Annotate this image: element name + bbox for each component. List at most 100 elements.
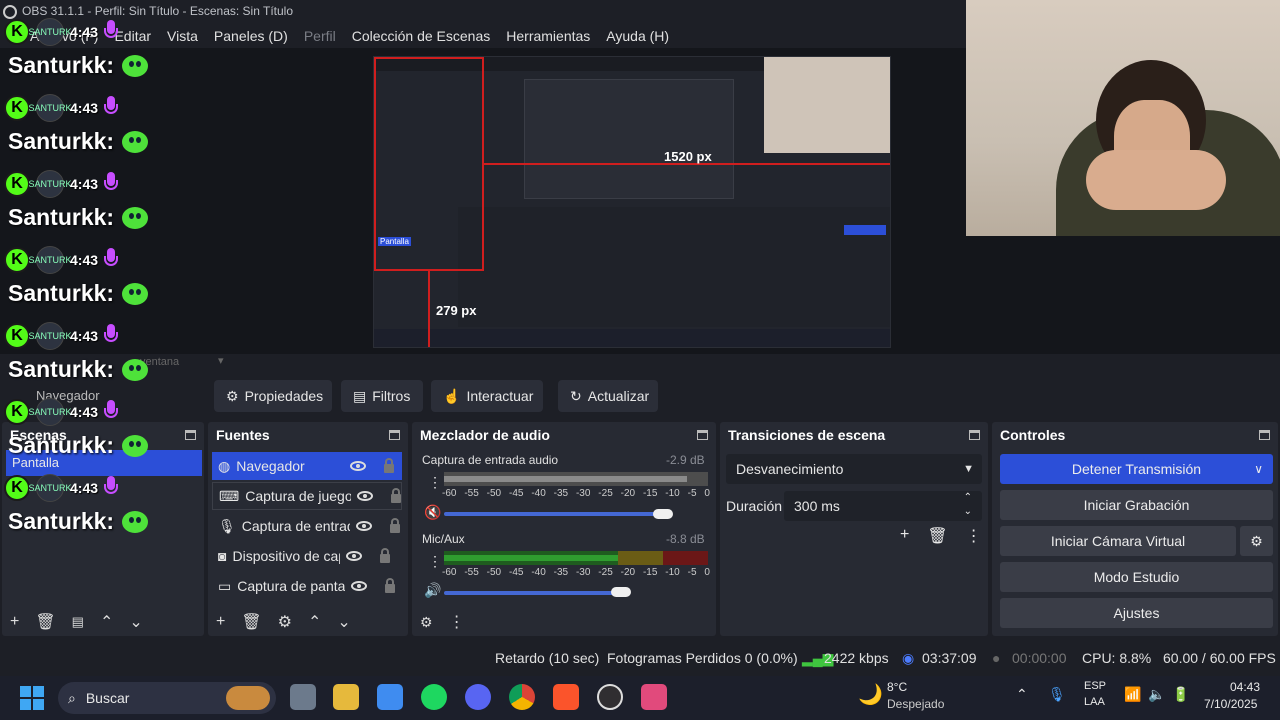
refresh-button[interactable]: ↻ Actualizar [558,380,658,412]
mic-tray-icon[interactable]: 🎙 [1048,686,1066,703]
volume-icon[interactable]: 🔈 [1148,686,1165,703]
undock-icon[interactable] [969,430,980,440]
stream-icon: ◉ [902,650,915,666]
visibility-icon[interactable] [357,491,374,501]
cpu-usage: CPU: 8.8% [1082,650,1152,666]
lang-code[interactable]: ESP [1084,680,1106,692]
filter-icon[interactable]: ▤ [72,614,84,630]
lock-icon[interactable] [384,458,395,473]
volume-slider[interactable] [444,512,664,516]
avatar: SANTURK [29,322,72,350]
chevron-down-icon[interactable]: ▾ [218,354,224,367]
clock-date[interactable]: 7/10/2025 [1204,697,1257,711]
filters-button[interactable]: ▤ Filtros [341,380,423,412]
spin-arrows-icon[interactable]: ⌃ ⌄ [964,491,972,519]
scale-tick: -45 [508,488,524,499]
bitrate-status: 2422 kbps [824,650,889,666]
lock-icon[interactable] [389,518,400,533]
task-view-icon[interactable] [290,684,316,710]
chevron-down-icon[interactable]: ∨ [1254,462,1263,476]
kick-badge-icon: K [4,399,30,425]
source-item[interactable]: ◙Dispositivo de captura de video [212,542,402,570]
source-item[interactable]: ⌨ Captura de juego [212,482,402,510]
gear-icon[interactable]: ⚙ [278,612,292,632]
app-taskbar-icon[interactable] [641,684,667,710]
taskbar-search[interactable]: ⌕ Buscar [58,682,276,714]
volume-slider[interactable] [444,591,620,595]
virtual-camera-settings-gear-icon[interactable]: ⚙ [1240,526,1273,556]
file-explorer-icon[interactable] [333,684,359,710]
properties-button[interactable]: ⚙ Propiedades [214,380,332,412]
trash-icon[interactable]: 🗑 [35,612,55,632]
chevron-up-icon[interactable]: ⌃ [1016,686,1028,703]
interact-button[interactable]: ☝ Interactuar [431,380,543,412]
up-icon[interactable]: ⌃ [100,612,113,632]
scale-tick: -10 [665,567,680,578]
transition-select[interactable]: Desvanecimiento ▼ [726,454,982,484]
source-item[interactable]: ▭Captura de pantalla [212,572,402,600]
brave-icon[interactable] [553,684,579,710]
start-recording-button[interactable]: Iniciar Grabación [1000,490,1273,520]
visibility-icon[interactable] [350,461,367,471]
scale-tick: -35 [553,567,569,578]
add-icon[interactable]: + [216,613,225,631]
trash-icon[interactable]: 🗑 [927,526,947,546]
menu-tools[interactable]: Herramientas [498,24,598,48]
menu-profile[interactable]: Perfil [296,24,344,48]
scale-tick: -10 [665,488,680,499]
trash-icon[interactable]: 🗑 [241,612,261,632]
meter-segment [663,551,708,565]
obs-taskbar-icon[interactable] [597,684,623,710]
battery-icon[interactable]: 🔋 [1172,686,1189,703]
source-item[interactable]: 🎙Captura de entrada de audio [212,512,402,540]
studio-mode-button[interactable]: Modo Estudio [1000,562,1273,592]
chat-time: 4:43 [70,24,99,40]
volume-slider-handle[interactable] [611,587,631,597]
menu-scene-collection[interactable]: Colección de Escenas [344,24,499,48]
chat-message: K SANTURK 4:43 Santurkk: [4,242,214,318]
kebab-icon[interactable]: ⋮ [428,474,442,491]
discord-icon[interactable] [465,684,491,710]
add-icon[interactable]: + [10,613,19,631]
spotify-icon[interactable] [421,684,447,710]
source-item[interactable]: ◍ Navegador [212,452,402,480]
duration-input[interactable]: 300 ms ⌃ ⌄ [784,491,982,521]
kebab-icon[interactable]: ⋮ [428,553,442,570]
lang-layout[interactable]: LAA [1084,696,1105,708]
chrome-icon[interactable] [509,684,535,710]
visibility-icon[interactable] [355,521,372,531]
clock-time[interactable]: 04:43 [1230,680,1260,694]
speaker-icon[interactable]: 🔊 [424,582,441,599]
kebab-icon[interactable]: ⋮ [966,526,982,546]
advanced-audio-icon[interactable]: ⚙ [420,614,433,631]
wifi-icon[interactable]: 📶 [1124,686,1141,703]
windows-start-icon[interactable] [20,686,44,710]
status-bar: Retardo (10 sec) Fotogramas Perdidos 0 (… [0,640,1280,676]
kebab-icon[interactable]: ⋮ [449,612,465,632]
mic-icon: 🎙 [218,517,236,534]
undock-icon[interactable] [389,430,400,440]
down-icon[interactable]: ⌄ [337,612,350,632]
stop-streaming-button[interactable]: Detener Transmisión ∨ [1000,454,1273,484]
scale-tick: -30 [575,567,591,578]
undock-icon[interactable] [697,430,708,440]
undock-icon[interactable] [1259,430,1270,440]
settings-button[interactable]: Ajustes [1000,598,1273,628]
dropped-frames-status: Fotogramas Perdidos 0 (0.0%) [607,650,798,666]
visibility-icon[interactable] [346,551,363,561]
scale-tick: -30 [575,488,591,499]
lock-icon[interactable] [391,488,401,503]
speaker-muted-icon[interactable]: 🔇 [424,504,441,521]
lock-icon[interactable] [385,578,396,593]
width-guide-label: 1520 px [664,149,712,164]
visibility-icon[interactable] [351,581,368,591]
menu-docks[interactable]: Paneles (D) [206,24,296,48]
up-icon[interactable]: ⌃ [308,612,321,632]
volume-slider-handle[interactable] [653,509,673,519]
store-icon[interactable] [377,684,403,710]
add-icon[interactable]: + [900,526,909,546]
start-virtual-camera-button[interactable]: Iniciar Cámara Virtual [1000,526,1236,556]
down-icon[interactable]: ⌄ [129,612,142,632]
lock-icon[interactable] [380,548,391,563]
menu-help[interactable]: Ayuda (H) [598,24,677,48]
